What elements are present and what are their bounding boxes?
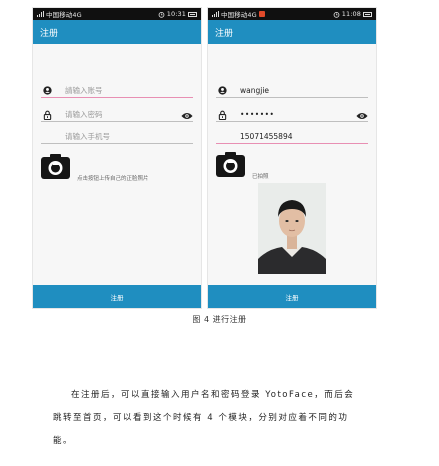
battery-icon (363, 11, 372, 17)
submit-button[interactable]: 注册 (33, 285, 201, 308)
user-icon (216, 86, 228, 95)
eye-icon[interactable] (356, 105, 368, 124)
camera-hint: 点击按钮上传自己的正脸照片 (77, 176, 149, 182)
phone-placeholder: 请输入手机号 (65, 132, 110, 141)
submit-label: 注册 (110, 293, 124, 302)
submit-label: 注册 (285, 293, 299, 302)
figure-caption: 图 4 进行注册 (192, 315, 247, 324)
signal-icon (37, 11, 44, 17)
status-bar: 中国移动4G 11:08 (208, 8, 376, 20)
phone-screenshot-left: 中国移动4G 10:31 注册 請输入账号 请输入密码 请输入手机号 点击按钮上… (33, 8, 201, 308)
phone-field[interactable]: 请输入手机号 (41, 130, 193, 144)
account-field[interactable]: wangjie (216, 84, 368, 98)
lock-icon (41, 110, 53, 120)
body-paragraph: 在注册后，可以直接输入用户名和密码登录 YotoFace，而后会 跳转至首页，可… (53, 384, 398, 453)
paragraph-line: 在注册后，可以直接输入用户名和密码登录 YotoFace，而后会 (71, 390, 355, 400)
carrier-label: 中国移动4G (221, 11, 257, 19)
password-placeholder: 请输入密码 (65, 110, 103, 119)
account-placeholder: 請输入账号 (65, 86, 103, 95)
eye-icon[interactable] (181, 105, 193, 124)
register-form: 請输入账号 请输入密码 请输入手机号 点击按钮上传自己的正脸照片 (33, 44, 201, 308)
page-title: 注册 (215, 28, 234, 39)
page-title: 注册 (40, 28, 59, 39)
camera-status: 已拍照 (252, 174, 269, 180)
carrier-label: 中国移动4G (46, 11, 82, 19)
signal-icon (212, 11, 219, 17)
account-value: wangjie (240, 86, 270, 95)
paragraph-line: 跳转至首页，可以看到这个时候有 4 个模块，分别对应着不同的功 (53, 413, 349, 423)
status-time: 11:08 (341, 10, 361, 18)
account-field[interactable]: 請输入账号 (41, 84, 193, 98)
app-bar: 注册 (33, 20, 201, 44)
password-field[interactable]: ••••••• (216, 108, 368, 122)
phone-value: 15071455894 (240, 132, 293, 141)
lock-icon (216, 110, 228, 120)
password-field[interactable]: 请输入密码 (41, 108, 193, 122)
alarm-icon (158, 11, 165, 18)
phone-screenshot-right: 中国移动4G 11:08 注册 wangjie ••••••• 15071455… (208, 8, 376, 308)
submit-button[interactable]: 注册 (208, 285, 376, 308)
face-photo (258, 183, 326, 274)
notification-icon (258, 11, 265, 17)
paragraph-line: 能。 (53, 436, 74, 446)
status-time: 10:31 (166, 10, 186, 18)
password-value: ••••••• (240, 110, 275, 119)
user-icon (41, 86, 53, 95)
battery-icon (188, 11, 197, 17)
app-bar: 注册 (208, 20, 376, 44)
status-bar: 中国移动4G 10:31 (33, 8, 201, 20)
alarm-icon (333, 11, 340, 18)
camera-icon[interactable] (216, 152, 245, 177)
phone-field[interactable]: 15071455894 (216, 130, 368, 144)
camera-icon[interactable] (41, 154, 70, 179)
